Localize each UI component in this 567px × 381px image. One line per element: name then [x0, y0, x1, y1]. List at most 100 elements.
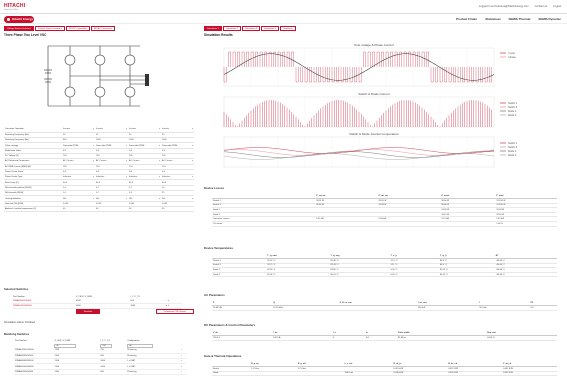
- logout-link[interactable]: Logout: [553, 5, 561, 8]
- simulation-status: Simulation status: Finished: [4, 321, 35, 324]
- table-cell: 50.0 Hz: [478, 305, 530, 311]
- legend-label: Diode 1: [508, 150, 517, 153]
- contact-link[interactable]: Contact us: [535, 5, 547, 8]
- table-cell: 150.0 A: [416, 305, 479, 311]
- device-losses-title: Device Losses: [204, 186, 225, 190]
- legend-label: Switch 1: [508, 102, 518, 105]
- configuration-filter[interactable]: all: [127, 343, 154, 348]
- chevron-down-icon: ▾: [158, 144, 160, 147]
- tab-vsi[interactable]: Voltage Source Inverters: [4, 26, 34, 31]
- legend-label: Diode 1: [508, 110, 517, 113]
- param-input[interactable]: 40: [161, 206, 194, 213]
- topology-title: Three Phase Two Level VSC: [4, 33, 47, 37]
- chart-pole-voltage: Pole voltage & Phase Current V pole I pha…: [204, 40, 544, 90]
- logo-tagline: Inspire the Next: [4, 9, 19, 11]
- table-row[interactable]: 5SNA1000G450300 4500 1000 ● ✕: [12, 303, 182, 310]
- legend-label: V pole: [508, 52, 515, 55]
- legend-label: Switch 1: [508, 142, 518, 145]
- chevron-down-icon: ▾: [92, 144, 94, 147]
- tab-csi[interactable]: Current Source Inverters: [34, 26, 65, 31]
- current-filter[interactable]: 100: [100, 343, 113, 348]
- simulate-button[interactable]: Simulate: [76, 309, 100, 314]
- chevron-down-icon: ▾: [125, 197, 127, 200]
- table-cell: 0: [331, 335, 365, 341]
- selected-switches-table: Part Number V_CES / V_DRM I_C / I_TO 5SN…: [12, 294, 182, 310]
- table-cell: 1.60 %: [495, 221, 557, 227]
- param-input[interactable]: 40: [95, 206, 128, 213]
- brand-label: Hitachi Energy: [12, 17, 34, 21]
- igbt-s4-icon: [94, 86, 106, 98]
- table-cell: 0.050 K/W: [502, 371, 557, 377]
- table-row: 76.66 kW 57.53 kVar 150.0 A 50.0 Hz 0.8: [212, 305, 557, 311]
- legend-label: Switch 2: [508, 146, 518, 149]
- table-cell: Diode 2: [212, 272, 267, 278]
- table-cell: 0.030 K/W: [392, 371, 448, 377]
- tab-sim2[interactable]: Simulation 2: [223, 26, 242, 31]
- param-label: Ambient / coolant temperature [C]: [4, 206, 62, 213]
- top-links: Logged in as firstname@hitachienergy.com…: [479, 5, 561, 8]
- brand-button[interactable]: Hitachi Energy: [4, 15, 34, 23]
- table-row[interactable]: 5SNA0650J450300 1700 650 Phase-leg +: [14, 369, 186, 376]
- nav-product-finder[interactable]: Product Finder: [456, 17, 477, 21]
- table-cell: [338, 305, 417, 311]
- nav-semis-thermal[interactable]: SEMIS Thermal: [508, 17, 530, 21]
- nav-semis-dynamic[interactable]: SEMIS Dynamic: [538, 17, 561, 21]
- user-info: Logged in as firstname@hitachienergy.com: [478, 5, 529, 8]
- matching-switches-table: Part Number V_CES / V_DRM I_C / I_TO Con…: [14, 338, 186, 376]
- chart-junction-temp: Switch & Diode Junction temperature Swit…: [204, 130, 544, 170]
- legend-label: Diode 2: [508, 154, 517, 157]
- chart-title: Switch & Diode Current: [358, 92, 389, 96]
- table-cell: [296, 371, 344, 377]
- nav-idatasheet[interactable]: iDatasheet: [485, 17, 500, 21]
- circuit-diagram: [44, 45, 149, 107]
- device-temps-title: Device Temperatures: [204, 246, 234, 250]
- tab-sim3[interactable]: Simulation 3: [242, 26, 261, 31]
- legend-label: Switch 2: [508, 106, 518, 109]
- matching-switches-title: Matching Switches: [4, 332, 30, 336]
- voltage-filter[interactable]: all: [54, 343, 77, 348]
- table-cell: 81.08 µs: [397, 335, 487, 341]
- gate-thermal-table: R_g, on R_g, off L_s, ext R_th, j-c R_th, c-…: [212, 362, 557, 377]
- download-pdf-button[interactable]: Download PDF Report: [156, 309, 194, 314]
- table-cell: +30.44 °C: [494, 272, 557, 278]
- tab-summary[interactable]: Summary: [280, 26, 296, 31]
- dc-params-table: V_dc I_dc f_s m Pulse width Rep. min 700.0 V 10…: [212, 331, 557, 341]
- table-cell: 80.01 °C: [329, 272, 390, 278]
- chevron-down-icon: ▾: [125, 160, 127, 163]
- close-icon[interactable]: ✕: [168, 305, 170, 307]
- table-cell: [377, 221, 441, 227]
- pole-voltage-line: [223, 51, 492, 83]
- simulation-tabs: Simulation 1 Simulation 2 Simulation 3 S…: [204, 26, 296, 31]
- table-row: Diode 100.0 nH 0.030 K/W 0.018 K/W 0.050 K/W: [212, 371, 557, 377]
- tab-dcdc[interactable]: DC/DC Converters: [65, 26, 91, 31]
- param-row: Ambient / coolant temperature [C] 40 40 40 4…: [4, 206, 194, 213]
- add-icon[interactable]: +: [179, 369, 186, 376]
- chevron-down-icon: ▾: [92, 176, 94, 179]
- table-cell: 100.0 nH: [343, 371, 393, 377]
- chart-title: Switch & Diode Junction temperature: [349, 132, 399, 136]
- device-losses-table: P_sw, tot P_tot, sw P_cond P_total Switch 13…: [212, 194, 557, 227]
- gate-thermal-title: Gate & Thermal Impedance: [204, 354, 242, 358]
- tab-sim4[interactable]: Simulation 4: [261, 26, 280, 31]
- chevron-down-icon: ▾: [191, 128, 193, 131]
- tab-sim1[interactable]: Simulation 1: [204, 26, 223, 31]
- chevron-down-icon: ▾: [92, 128, 94, 131]
- chevron-down-icon: ▾: [191, 197, 193, 200]
- param-input[interactable]: 40: [62, 206, 95, 213]
- voltage-value: 1700: [53, 369, 100, 376]
- configuration-value: Phase-leg: [126, 369, 180, 376]
- chevron-down-icon: ▾: [191, 160, 193, 163]
- selected-switches-title: Selected Switches: [4, 287, 29, 291]
- legend-label: Diode 2: [508, 114, 517, 117]
- table-cell: 87.06 °C: [266, 272, 330, 278]
- table-cell: 700.0 V: [212, 335, 273, 341]
- dc-params-title: DC Parameters & Control Parameters: [204, 323, 256, 327]
- table-cell: 0.024 %: [486, 335, 557, 341]
- simulation-results-title: Simulation Results: [204, 33, 233, 37]
- chevron-down-icon: ▾: [92, 197, 94, 200]
- param-input[interactable]: 40: [128, 206, 161, 213]
- table-cell: 87.05 °C: [438, 272, 495, 278]
- close-icon[interactable]: ✕: [168, 300, 170, 302]
- table-cell: 0.8: [529, 305, 557, 311]
- tab-acac[interactable]: AC/AC Converters: [91, 26, 116, 31]
